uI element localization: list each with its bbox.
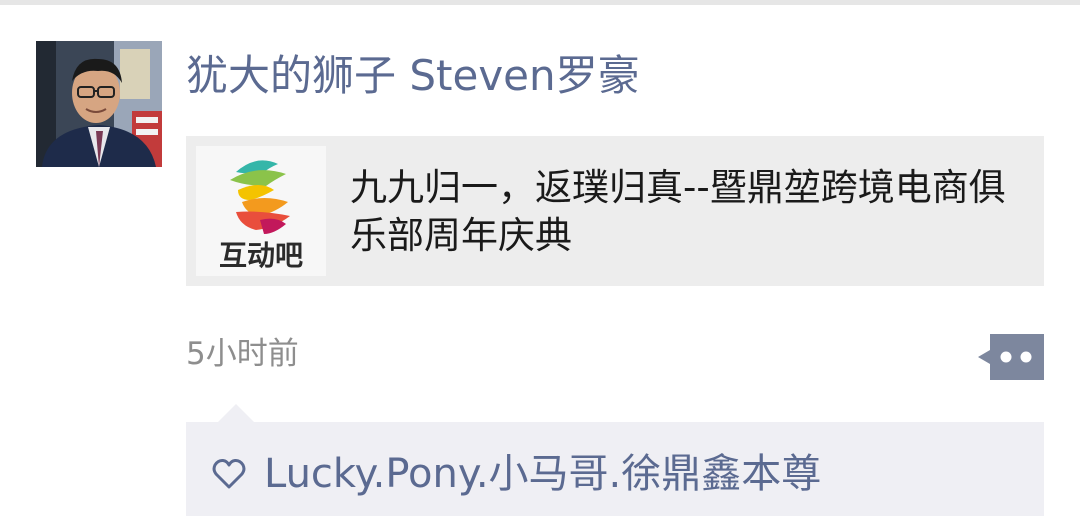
likes-panel: Lucky.Pony.小马哥.徐鼎鑫本尊 [186, 422, 1044, 516]
liker-name-link[interactable]: Lucky.Pony.小马哥.徐鼎鑫本尊 [264, 448, 821, 500]
top-divider [0, 0, 1080, 5]
more-options-button[interactable] [978, 334, 1044, 380]
author-avatar[interactable] [36, 41, 162, 167]
more-dots-icon [978, 334, 1044, 380]
thumbnail-caption: 互动吧 [218, 239, 303, 272]
likes-panel-caret [218, 404, 254, 422]
shared-link-thumbnail: 互动吧 [196, 146, 326, 276]
shared-link-title: 九九归一，返璞归真--暨鼎堃跨境电商俱乐部周年庆典 [350, 166, 1006, 257]
post-timestamp: 5小时前 [186, 336, 299, 372]
avatar-photo [36, 41, 162, 167]
hudongba-logo-icon [230, 160, 290, 234]
heart-outline-icon [212, 458, 246, 489]
author-name[interactable]: 犹大的狮子 Steven罗豪 [186, 48, 640, 104]
shared-link-card[interactable]: 互动吧 九九归一，返璞归真--暨鼎堃跨境电商俱乐部周年庆典 [186, 136, 1044, 286]
